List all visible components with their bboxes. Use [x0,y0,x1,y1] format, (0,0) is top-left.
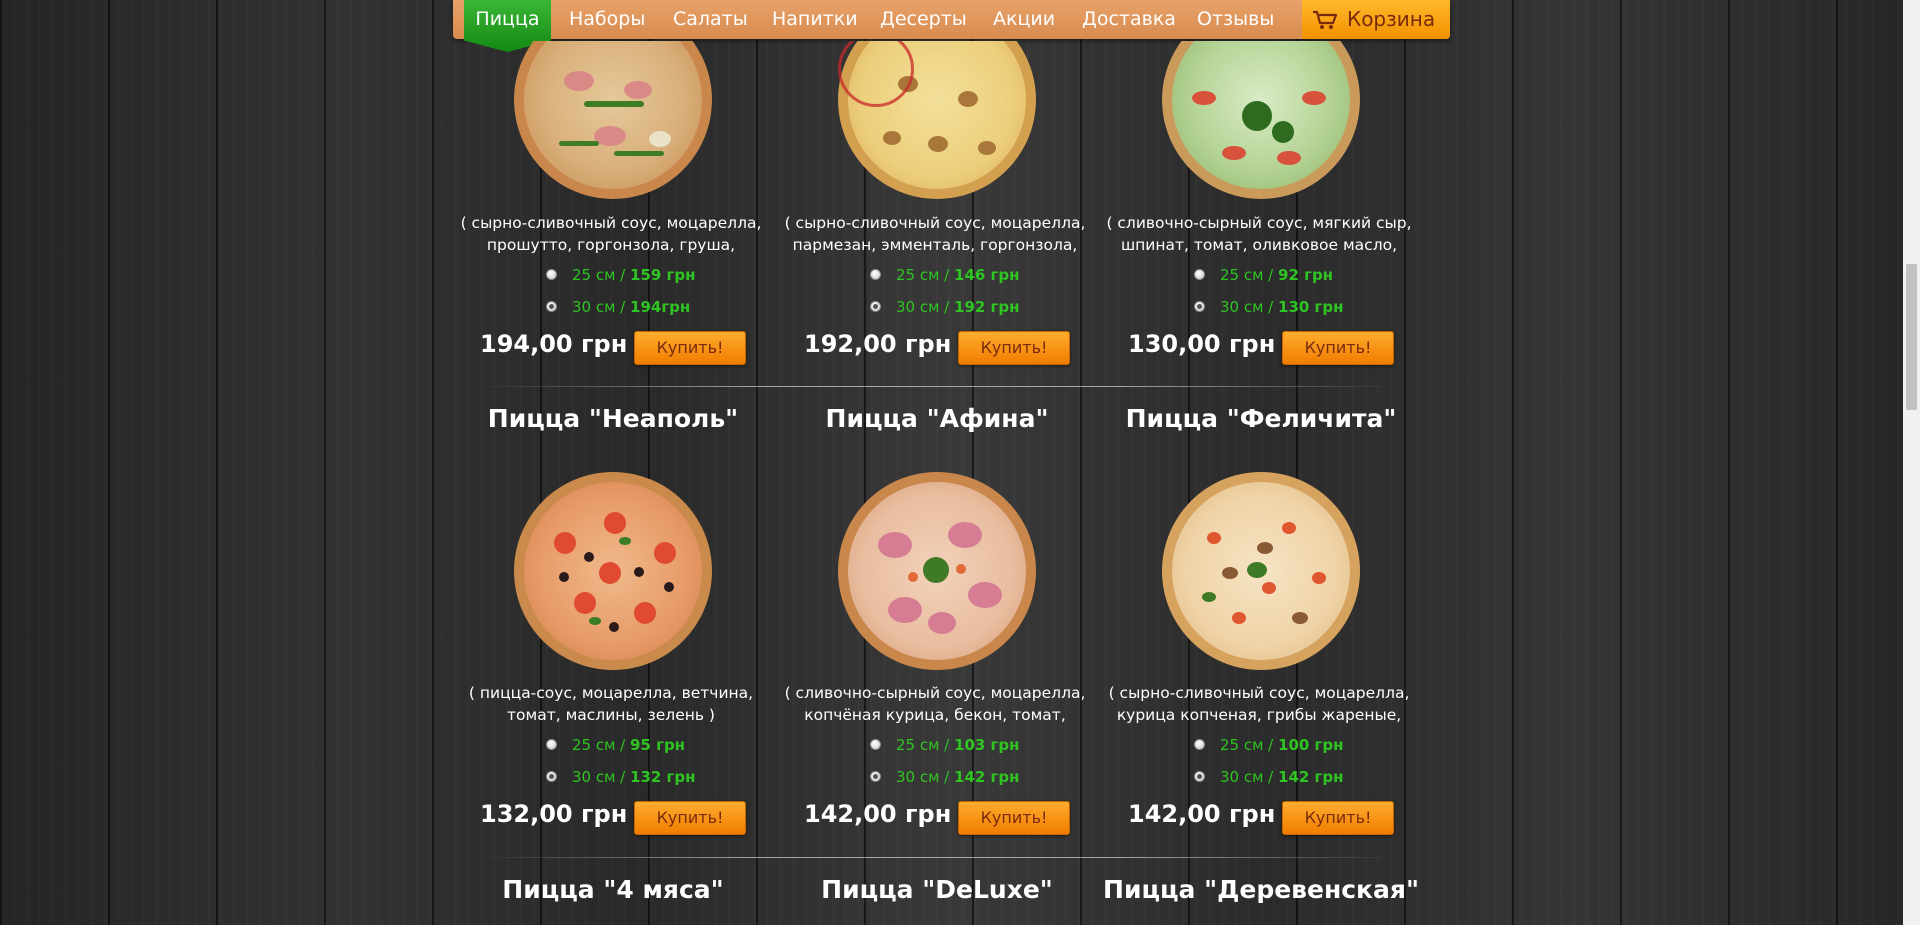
pizza-image-3[interactable] [1162,41,1360,199]
size-radio[interactable] [870,269,881,280]
pizza-price: 132,00 грн [480,800,628,828]
size-radio[interactable] [1194,739,1205,750]
pizza-title[interactable]: Пицца "Афина" [777,404,1097,433]
size-radio[interactable] [870,739,881,750]
nav-item-salads[interactable]: Салаты [673,0,748,39]
nav-item-drinks[interactable]: Напитки [772,0,858,39]
shopping-cart-icon [1313,10,1338,29]
pizza-description: ( сырно-сливочный соус, моцарелла, парме… [784,214,1086,254]
scrollbar-thumb[interactable] [1906,264,1917,410]
pizza-description: ( сливочно-сырный соус, мягкий сыр, шпин… [1106,214,1412,254]
buy-button[interactable]: Купить! [1282,331,1394,365]
buy-button[interactable]: Купить! [1282,801,1394,835]
cart-button[interactable]: Корзина [1302,0,1450,39]
pizza-image-1[interactable] [514,41,712,199]
pizza-description: ( сырно-сливочный соус, моцарелла, прошу… [460,214,762,254]
pizza-image-2[interactable] [838,41,1036,199]
pizza-description: ( сливочно-сырный соус, моцарелла, копчё… [784,684,1086,724]
pizza-title[interactable]: Пицца "Феличита" [1101,404,1421,433]
pizza-price: 194,00 грн [480,330,628,358]
main-navigation: Пицца Наборы Салаты Напитки Десерты Акци… [453,0,1450,52]
nav-item-delivery[interactable]: Доставка [1082,0,1176,39]
pizza-price: 142,00 грн [804,800,952,828]
nav-item-reviews[interactable]: Отзывы [1197,0,1274,39]
nav-item-promotions[interactable]: Акции [993,0,1055,39]
buy-button[interactable]: Купить! [958,331,1070,365]
row-divider [478,386,1398,387]
size-radio[interactable] [546,269,557,280]
size-radio[interactable] [546,301,557,312]
buy-button[interactable]: Купить! [634,331,746,365]
size-radio[interactable] [1194,269,1205,280]
buy-button[interactable]: Купить! [958,801,1070,835]
pizza-title[interactable]: Пицца "DeLuxe" [777,875,1097,904]
pizza-price: 192,00 грн [804,330,952,358]
row-divider [478,857,1398,858]
size-radio[interactable] [1194,301,1205,312]
pizza-title[interactable]: Пицца "4 мяса" [453,875,773,904]
pizza-price: 130,00 грн [1128,330,1276,358]
pizza-description: ( сырно-сливочный соус, моцарелла, куриц… [1108,684,1410,724]
pizza-image-5[interactable] [838,472,1036,670]
pizza-title[interactable]: Пицца "Деревенская" [1101,875,1421,904]
pizza-price: 142,00 грн [1128,800,1276,828]
pizza-title[interactable]: Пицца "Неаполь" [453,404,773,433]
size-radio[interactable] [1194,771,1205,782]
pizza-image-4[interactable] [514,472,712,670]
size-radio[interactable] [870,771,881,782]
cart-label: Корзина [1347,7,1436,31]
page-scrollbar[interactable] [1903,0,1920,925]
pizza-image-6[interactable] [1162,472,1360,670]
size-radio[interactable] [546,771,557,782]
buy-button[interactable]: Купить! [634,801,746,835]
pizza-description: ( пицца-соус, моцарелла, ветчина, томат,… [468,684,754,724]
size-radio[interactable] [546,739,557,750]
nav-item-sets[interactable]: Наборы [569,0,645,39]
size-radio[interactable] [870,301,881,312]
nav-item-desserts[interactable]: Десерты [880,0,967,39]
